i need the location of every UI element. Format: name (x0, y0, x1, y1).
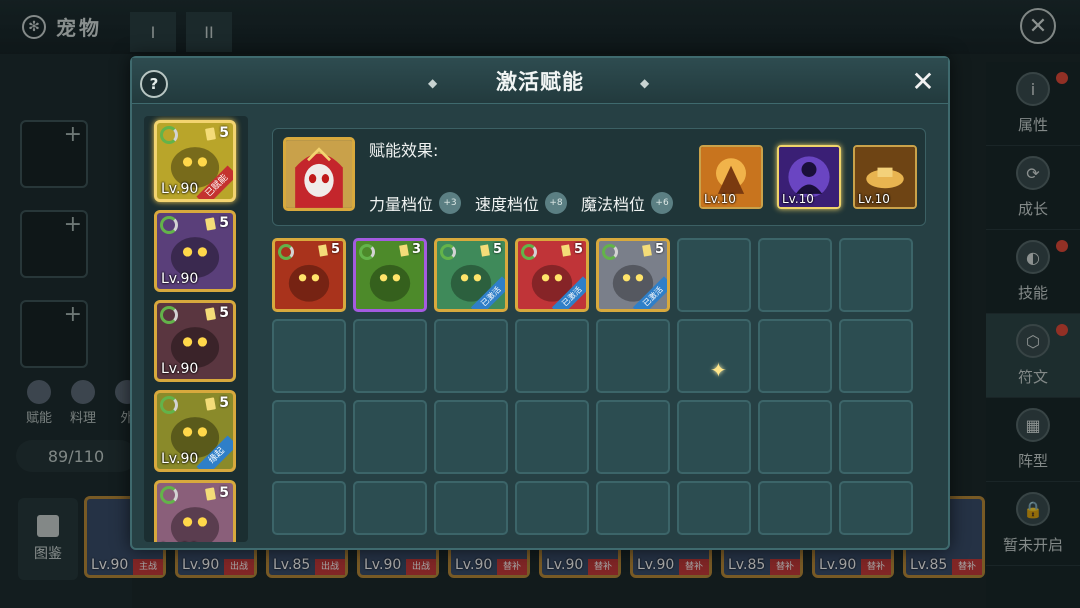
card-icon (561, 244, 571, 257)
empty-slot[interactable] (839, 319, 913, 393)
pet-stars: 3 (411, 242, 421, 257)
strength-value: +3 (439, 192, 462, 214)
pet-list-card[interactable]: 5 Lv.90 缘起 (154, 390, 236, 472)
empty-slot[interactable] (677, 238, 751, 312)
empty-slot[interactable] (272, 481, 346, 535)
empty-slot[interactable] (515, 400, 589, 474)
card-icon (205, 127, 216, 141)
pet-stars: 5 (492, 242, 502, 257)
empty-slot[interactable] (596, 400, 670, 474)
talent-level: Lv.10 (782, 192, 814, 206)
activate-empower-dialog: ? ◆ 激活赋能 ◆ ✕ 5 Lv.90 已赋能 5 Lv.90 5 Lv.90 5 Lv.90… (130, 56, 950, 550)
empty-slot[interactable] (839, 400, 913, 474)
speed-value: +8 (545, 192, 568, 214)
card-icon (480, 244, 490, 257)
card-icon (642, 244, 652, 257)
pet-list-card[interactable]: 5 Lv.90 (154, 480, 236, 542)
empty-slot[interactable] (272, 400, 346, 474)
empty-slot[interactable] (353, 400, 427, 474)
talent-icon-3[interactable]: Lv.10 (853, 145, 917, 209)
pet-list-card[interactable]: 5 Lv.90 已赋能 (154, 120, 236, 202)
empty-slot[interactable] (758, 481, 832, 535)
empty-slot[interactable] (677, 400, 751, 474)
empty-slot[interactable] (353, 481, 427, 535)
pet-level: Lv.90 (161, 271, 199, 287)
sparkle-icon: ✦ (710, 358, 727, 382)
element-ring-icon (160, 126, 178, 144)
pet-stars: 5 (654, 242, 664, 257)
pet-list-card[interactable]: 5 Lv.90 (154, 300, 236, 382)
empower-pet-slot[interactable]: 3 (353, 238, 427, 312)
empty-slot[interactable] (434, 400, 508, 474)
dialog-header: ? ◆ 激活赋能 ◆ ✕ (132, 58, 948, 104)
empty-slot[interactable] (677, 481, 751, 535)
empower-pet-slot[interactable]: 5 已激活 (515, 238, 589, 312)
element-ring-icon (602, 244, 618, 260)
empty-slot[interactable] (596, 319, 670, 393)
element-ring-icon (521, 244, 537, 260)
card-icon (205, 217, 216, 231)
magic-value: +6 (651, 192, 674, 214)
pet-stars: 5 (573, 242, 583, 257)
speed-label: 速度档位 (475, 195, 540, 214)
pet-slot-grid: 5 3 5 已激活 5 已激活 5 已激活 (272, 238, 926, 538)
pet-level: Lv.90 (161, 181, 199, 197)
pet-stars: 5 (219, 215, 229, 231)
empty-slot[interactable] (353, 319, 427, 393)
talent-level: Lv.10 (858, 192, 890, 206)
talent-icon-1[interactable]: Lv.10 (699, 145, 763, 209)
empty-slot[interactable] (434, 481, 508, 535)
empty-slot[interactable] (272, 319, 346, 393)
element-ring-icon (278, 244, 294, 260)
selected-pet-portrait (283, 137, 355, 211)
title-ornament-right-icon: ◆ (640, 76, 650, 90)
element-ring-icon (160, 216, 178, 234)
card-icon (399, 244, 409, 257)
talent-icon-2[interactable]: Lv.10 (777, 145, 841, 209)
empower-pet-slot[interactable]: 5 已激活 (434, 238, 508, 312)
pet-stars: 5 (330, 242, 340, 257)
empower-pet-slot[interactable]: 5 已激活 (596, 238, 670, 312)
empty-slot[interactable] (839, 238, 913, 312)
dialog-close-button[interactable]: ✕ (908, 65, 938, 98)
strength-label: 力量档位 (369, 195, 434, 214)
empty-slot[interactable] (434, 319, 508, 393)
talent-level: Lv.10 (704, 192, 736, 206)
pet-list[interactable]: 5Lv.90已赋能5Lv.905Lv.905Lv.90缘起5Lv.90 (144, 116, 248, 542)
pet-stars: 5 (219, 485, 229, 501)
empty-slot[interactable] (839, 481, 913, 535)
element-ring-icon (160, 486, 178, 504)
empty-slot[interactable] (758, 400, 832, 474)
empty-slot[interactable] (515, 319, 589, 393)
empty-slot[interactable] (758, 319, 832, 393)
pet-stars: 5 (219, 395, 229, 411)
pet-level: Lv.90 (161, 541, 198, 542)
empower-pet-slot[interactable]: 5 (272, 238, 346, 312)
pet-list-card[interactable]: 5 Lv.90 (154, 210, 236, 292)
card-icon (205, 307, 216, 321)
effect-label: 赋能效果: (369, 141, 439, 160)
element-ring-icon (359, 244, 375, 260)
empower-effect-panel: 赋能效果: 力量档位 +3 速度档位 +8 魔法档位 +6 Lv.10 Lv.1… (272, 128, 926, 226)
empty-slot[interactable] (515, 481, 589, 535)
card-icon (205, 487, 216, 501)
element-ring-icon (160, 306, 178, 324)
empty-slot[interactable] (596, 481, 670, 535)
element-ring-icon (440, 244, 456, 260)
element-ring-icon (160, 396, 178, 414)
card-icon (205, 397, 216, 411)
stat-row: 力量档位 +3 速度档位 +8 魔法档位 +6 (369, 191, 681, 215)
pet-stars: 5 (219, 125, 229, 141)
pet-level: Lv.90 (161, 451, 199, 467)
empty-slot[interactable] (758, 238, 832, 312)
dialog-title: 激活赋能 (496, 70, 584, 94)
pet-level: Lv.90 (161, 361, 199, 377)
card-icon (318, 244, 328, 257)
pet-stars: 5 (219, 305, 229, 321)
magic-label: 魔法档位 (581, 195, 646, 214)
